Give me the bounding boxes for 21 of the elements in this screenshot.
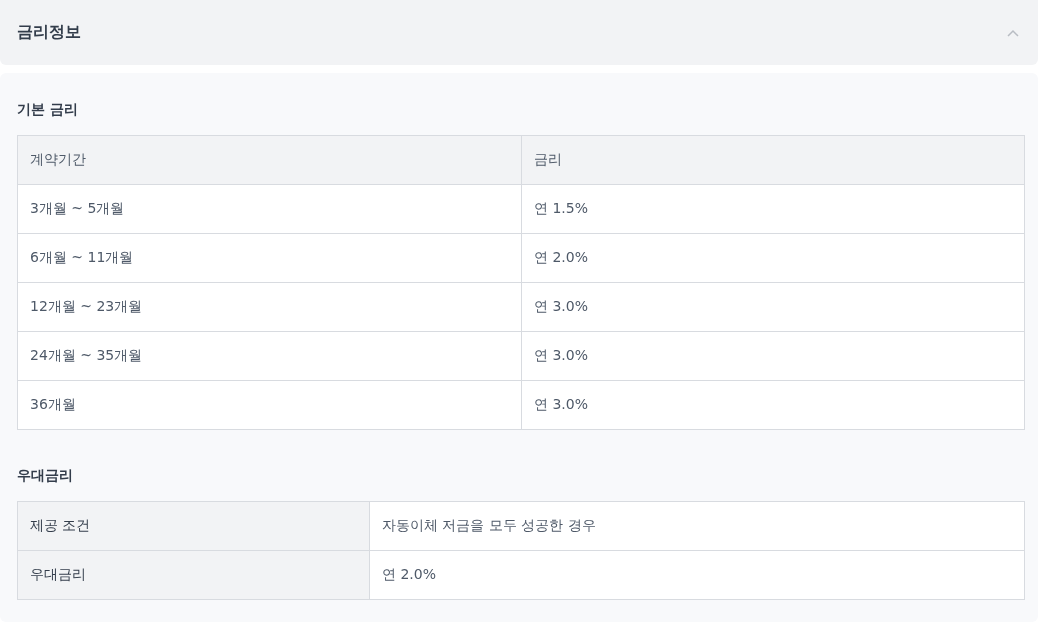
row-header: 우대금리 <box>17 550 370 600</box>
table-cell: 3개월 ~ 5개월 <box>17 184 522 234</box>
table-cell: 6개월 ~ 11개월 <box>17 233 522 283</box>
column-header: 금리 <box>521 135 1025 185</box>
section-heading: 기본 금리 <box>17 100 79 119</box>
table-cell: 연 3.0% <box>521 331 1025 381</box>
section-header[interactable]: 금리정보 <box>0 0 1038 65</box>
table-cell: 연 1.5% <box>521 184 1025 234</box>
row-header: 제공 조건 <box>17 501 370 551</box>
table-cell: 36개월 <box>17 380 522 430</box>
column-header: 계약기간 <box>17 135 522 185</box>
table-cell: 연 2.0% <box>369 550 1025 600</box>
table-cell: 연 3.0% <box>521 380 1025 430</box>
table-cell: 12개월 ~ 23개월 <box>17 282 522 332</box>
table-cell: 연 2.0% <box>521 233 1025 283</box>
chevron-up-icon[interactable] <box>1007 28 1019 37</box>
table-cell: 24개월 ~ 35개월 <box>17 331 522 381</box>
table-cell: 자동이체 저금을 모두 성공한 경우 <box>369 501 1025 551</box>
section-heading: 우대금리 <box>17 466 74 485</box>
section-title: 금리정보 <box>17 22 81 43</box>
table-cell: 연 3.0% <box>521 282 1025 332</box>
